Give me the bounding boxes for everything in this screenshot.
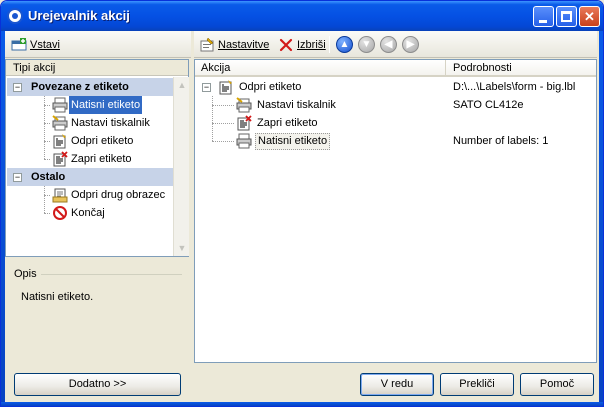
insert-label: Vstavi: [30, 38, 60, 51]
delete-label: Izbriši: [297, 38, 326, 51]
row-details: Number of labels: 1: [453, 135, 549, 147]
arrow-down-icon: ▼: [361, 38, 372, 50]
row-action: Nastavi tiskalnik: [257, 99, 336, 111]
open-label-icon: [52, 133, 68, 149]
toolbar-separator: [329, 36, 330, 53]
tree-item-open-form[interactable]: Odpri drug obrazec: [44, 186, 165, 204]
move-left-button[interactable]: ◀: [380, 36, 397, 53]
window-frame-bottom: [1, 402, 603, 406]
printer-settings-icon: [236, 97, 252, 113]
right-toolbar: Nastavitve Izbriši ▲ ▼ ◀ ▶: [194, 31, 597, 58]
move-down-button[interactable]: ▼: [358, 36, 375, 53]
table-row[interactable]: Zapri etiketo: [200, 114, 596, 132]
actions-list-panel: Akcija Podrobnosti − Odpri etiketo D:\..…: [194, 59, 597, 363]
arrow-up-icon: ▲: [339, 38, 350, 50]
description-label: Opis: [14, 268, 37, 280]
settings-label: Nastavitve: [218, 38, 270, 51]
action-editor-window: Urejevalnik akcij ✕ Vstavi Nastavitve Iz…: [0, 0, 604, 407]
group-label: Povezane z etiketo: [31, 81, 129, 93]
tree-group-label-other[interactable]: − Ostalo: [7, 168, 173, 186]
printer-icon: [52, 97, 68, 113]
title-bar[interactable]: Urejevalnik akcij ✕: [1, 1, 603, 31]
actions-table-header: Akcija Podrobnosti: [195, 60, 596, 77]
tree-item-open-label[interactable]: Odpri etiketo: [44, 132, 133, 150]
printer-settings-icon: [52, 115, 68, 131]
cancel-button[interactable]: Prekliči: [440, 373, 514, 396]
arrow-left-icon: ◀: [384, 38, 393, 50]
row-details: SATO CL412e: [453, 99, 524, 111]
row-action: Odpri etiketo: [239, 81, 302, 93]
insert-button[interactable]: Vstavi: [11, 36, 60, 53]
collapse-icon[interactable]: −: [202, 83, 211, 92]
minimize-button[interactable]: [533, 6, 554, 27]
move-right-button[interactable]: ▶: [402, 36, 419, 53]
open-form-icon: [52, 187, 68, 203]
close-label-icon: [236, 115, 252, 131]
action-types-panel: Tipi akcij − Povezane z etiketo Natisni …: [5, 59, 189, 257]
open-label-icon: [218, 79, 234, 95]
close-button[interactable]: ✕: [579, 6, 600, 27]
tree-group-label-related[interactable]: − Povezane z etiketo: [7, 78, 173, 96]
item-label: Odpri etiketo: [71, 135, 134, 147]
table-row[interactable]: Nastavi tiskalnik SATO CL412e: [200, 96, 596, 114]
tree-item-set-printer[interactable]: Nastavi tiskalnik: [44, 114, 150, 132]
action-types-scrollbar[interactable]: ▲ ▼: [173, 77, 189, 256]
settings-icon: [199, 37, 215, 53]
row-action: Natisni etiketo: [255, 133, 331, 150]
tree-item-close-label[interactable]: Zapri etiketo: [44, 150, 132, 168]
scroll-down-icon[interactable]: ▼: [175, 241, 189, 255]
window-frame-right: [599, 31, 603, 406]
window-frame-left: [1, 31, 5, 406]
item-label: Odpri drug obrazec: [71, 189, 166, 201]
window-title: Urejevalnik akcij: [28, 8, 130, 23]
minimize-icon: [539, 20, 547, 23]
scroll-up-icon[interactable]: ▲: [175, 78, 189, 92]
app-icon: [7, 8, 23, 24]
ok-button[interactable]: V redu: [360, 373, 434, 396]
delete-icon: [278, 37, 294, 53]
column-header-details[interactable]: Podrobnosti: [447, 60, 597, 76]
collapse-icon[interactable]: −: [13, 83, 22, 92]
printer-icon: [236, 133, 252, 149]
table-row[interactable]: Natisni etiketo Number of labels: 1: [200, 132, 596, 150]
column-header-action[interactable]: Akcija: [195, 60, 446, 76]
description-divider: [41, 274, 182, 275]
move-up-button[interactable]: ▲: [336, 36, 353, 53]
insert-icon: [11, 37, 27, 53]
close-icon: ✕: [584, 9, 595, 24]
item-label: Zapri etiketo: [71, 153, 132, 165]
stop-icon: [52, 205, 68, 221]
tree-item-print-label[interactable]: Natisni etiketo: [44, 96, 143, 114]
maximize-icon: [561, 11, 572, 22]
maximize-button[interactable]: [556, 6, 577, 27]
item-label: Natisni etiketo: [69, 96, 143, 114]
item-label: Končaj: [71, 207, 105, 219]
more-button[interactable]: Dodatno >>: [14, 373, 181, 396]
row-details: D:\...\Labels\form - big.lbl: [453, 81, 576, 93]
description-text: Natisni etiketo.: [21, 291, 94, 303]
row-action: Zapri etiketo: [257, 117, 318, 129]
group-label: Ostalo: [31, 171, 66, 183]
collapse-icon[interactable]: −: [13, 173, 22, 182]
arrow-right-icon: ▶: [406, 38, 415, 50]
tree-item-quit[interactable]: Končaj: [44, 204, 105, 222]
item-label: Nastavi tiskalnik: [71, 117, 150, 129]
left-toolbar: Vstavi: [5, 31, 191, 58]
delete-button[interactable]: Izbriši: [278, 36, 326, 53]
close-label-icon: [52, 151, 68, 167]
table-row[interactable]: − Odpri etiketo D:\...\Labels\form - big…: [200, 78, 596, 96]
action-types-header: Tipi akcij: [6, 60, 188, 76]
help-button[interactable]: Pomoč: [520, 373, 594, 396]
settings-button[interactable]: Nastavitve: [199, 36, 269, 53]
